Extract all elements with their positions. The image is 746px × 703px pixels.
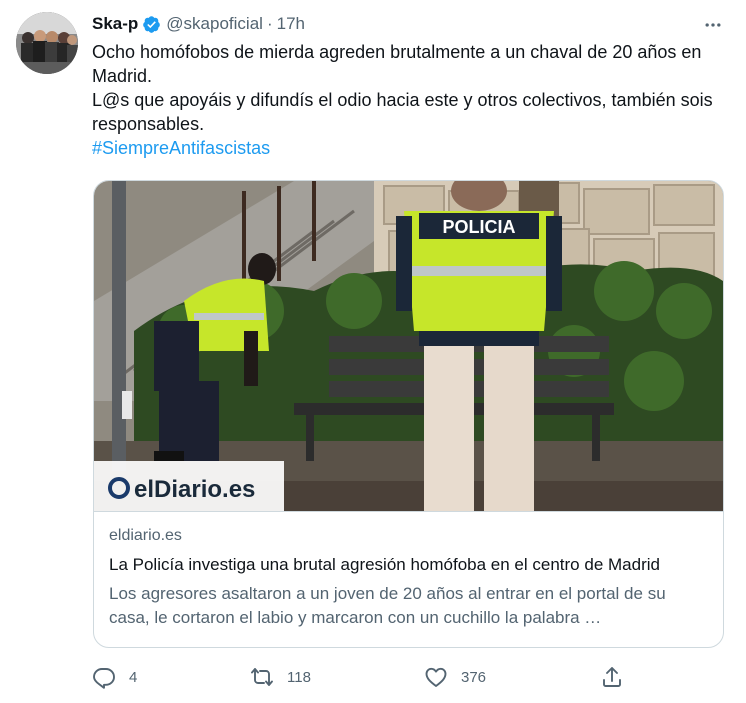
like-button[interactable]: 376 — [424, 662, 486, 692]
tweet-content: Ska-p @skapoficial · 17h Ocho homófobos … — [92, 10, 724, 160]
header-separator: · — [266, 14, 273, 33]
link-card[interactable]: POLICIA elDiario.es eldiario.es La Polic… — [93, 180, 724, 648]
card-description: Los agresores asaltaron a un joven de 20… — [109, 584, 666, 627]
author-name[interactable]: Ska-p — [92, 14, 138, 34]
share-button[interactable] — [600, 662, 624, 692]
card-title: La Policía investiga una brutal agresión… — [109, 555, 660, 574]
tweet-header: Ska-p @skapoficial · 17h — [92, 10, 724, 38]
verified-badge-icon — [142, 15, 161, 34]
card-domain: eldiario.es — [109, 527, 182, 544]
vest-text: POLICIA — [442, 217, 515, 237]
more-horizontal-icon — [705, 23, 721, 27]
retweet-button[interactable]: 118 — [250, 662, 311, 692]
avatar-band-photo — [16, 12, 78, 74]
card-image: POLICIA elDiario.es — [94, 181, 723, 512]
avatar[interactable] — [16, 12, 78, 74]
author-handle[interactable]: @skapoficial — [166, 14, 263, 34]
tweet-text: Ocho homófobos de mierda agreden brutalm… — [92, 40, 722, 160]
share-icon — [603, 667, 621, 687]
card-image-logo: elDiario.es — [134, 476, 255, 503]
hashtag-link[interactable]: #SiempreAntifascistas — [92, 138, 270, 158]
retweet-icon — [251, 668, 273, 686]
tweet-text-line-1: Ocho homófobos de mierda agreden brutalm… — [92, 42, 702, 86]
tweet-timestamp[interactable]: 17h — [277, 14, 305, 34]
card-photo: POLICIA elDiario.es — [94, 181, 723, 511]
tweet-text-line-2: L@s que apoyáis y difundís el odio hacia… — [92, 90, 713, 134]
card-body: eldiario.es La Policía investiga una bru… — [109, 525, 709, 630]
reply-count: 4 — [129, 668, 138, 686]
heart-icon — [425, 667, 447, 687]
more-options-button[interactable] — [700, 14, 726, 36]
like-count: 376 — [461, 668, 487, 686]
reply-button[interactable]: 4 — [92, 662, 137, 692]
retweet-count: 118 — [287, 668, 311, 686]
tweet-actions: 4 118 376 — [92, 662, 632, 692]
tweet: Ska-p @skapoficial · 17h Ocho homófobos … — [0, 0, 746, 703]
reply-icon — [93, 668, 115, 689]
